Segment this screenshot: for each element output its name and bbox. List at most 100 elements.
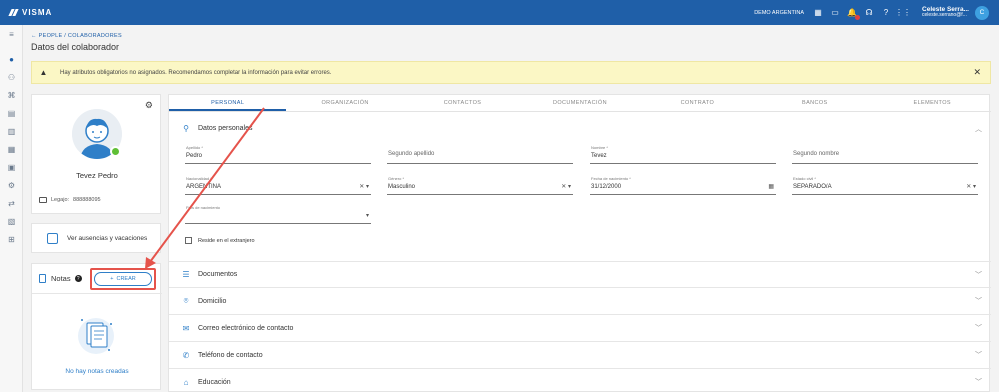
chevron-down-icon[interactable]: ﹀ bbox=[975, 270, 982, 280]
field-value: SEPARADO/A bbox=[793, 184, 832, 190]
mail-icon: ✉ bbox=[182, 323, 190, 333]
visma-logo-mark-icon bbox=[9, 9, 19, 16]
field-label: Fecha de nacimiento * bbox=[591, 176, 631, 181]
monitor-icon[interactable]: ▭ bbox=[829, 7, 841, 19]
reside-extranjero-checkbox[interactable] bbox=[185, 237, 192, 244]
tab-contactos[interactable]: CONTACTOS bbox=[404, 95, 521, 111]
folder-icon bbox=[39, 197, 47, 203]
org-chart-icon[interactable]: ⌘ bbox=[5, 89, 18, 102]
chevron-down-icon[interactable]: ﹀ bbox=[975, 323, 982, 333]
notification-badge bbox=[855, 14, 861, 20]
legajo-row: Legajo: 888888095 bbox=[39, 197, 101, 203]
settings-icon[interactable]: ⚙ bbox=[5, 179, 18, 192]
fecha-nacimiento-field[interactable]: Fecha de nacimiento * 31/12/2000 ▦ bbox=[590, 176, 776, 195]
user-email: celeste.serrano@f... bbox=[922, 12, 967, 19]
left-rail: ≡ ● ⚇ ⌘ ▤ ▥ ▦ ▣ ⚙ ⇄ ▧ ⊞ bbox=[0, 25, 23, 392]
section-title: Domicilio bbox=[198, 297, 227, 305]
list-icon: ☰ bbox=[182, 270, 190, 279]
breadcrumb[interactable]: ← PEOPLE / COLABORADORES bbox=[31, 33, 122, 39]
field-value: ARGENTINA bbox=[186, 184, 222, 190]
apellido-field[interactable]: Apellido * Pedro bbox=[185, 145, 371, 164]
calendar-picker-icon[interactable]: ▦ bbox=[768, 183, 774, 190]
menu-icon[interactable]: ≡ bbox=[5, 28, 18, 41]
chevron-up-icon[interactable]: ︿ bbox=[975, 124, 982, 134]
help-icon[interactable]: ? bbox=[880, 7, 892, 19]
user-menu[interactable]: Celeste Serra... celeste.serrano@f... bbox=[922, 6, 969, 19]
status-indicator bbox=[110, 146, 121, 157]
plus-icon: + bbox=[110, 276, 114, 282]
section-educacion[interactable]: ⌂ Educación ﹀ bbox=[169, 369, 991, 392]
genero-select[interactable]: Género * Masculino ✕ ▾ bbox=[387, 176, 573, 195]
user-avatar[interactable]: C bbox=[975, 5, 989, 20]
tab-documentacion[interactable]: DOCUMENTACIÓN bbox=[521, 95, 638, 111]
warning-triangle-icon: ▲ bbox=[39, 68, 48, 77]
legajo-label: Legajo: bbox=[51, 197, 70, 203]
top-bar: VISMA DEMO ARGENTINA ▦ ▭ 🔔 ☊ ? ⋮⋮ Celest… bbox=[0, 0, 999, 25]
chevron-down-icon[interactable]: ﹀ bbox=[975, 296, 982, 306]
field-placeholder: Segundo apellido bbox=[388, 151, 435, 157]
calendar-icon[interactable]: ▦ bbox=[812, 7, 824, 19]
headset-icon[interactable]: ☊ bbox=[863, 7, 875, 19]
field-placeholder: Segundo nombre bbox=[793, 151, 840, 157]
document-icon[interactable]: ▤ bbox=[5, 107, 18, 120]
clear-and-dropdown-icon[interactable]: ✕ ▾ bbox=[966, 183, 976, 190]
section-correo[interactable]: ✉ Correo electrónico de contacto ﹀ bbox=[169, 315, 991, 342]
page-title: Datos del colaborador bbox=[31, 42, 120, 52]
section-title: Documentos bbox=[198, 271, 238, 278]
main-panel: PERSONAL ORGANIZACIÓN CONTACTOS DOCUMENT… bbox=[168, 94, 991, 392]
calendar-icon bbox=[47, 232, 58, 244]
hierarchy-icon[interactable]: ⊞ bbox=[5, 233, 18, 246]
help-icon[interactable]: ? bbox=[74, 275, 82, 282]
notes-card: Notas ? + CREAR No hay notas creadas bbox=[31, 263, 162, 390]
people-icon[interactable]: ⚇ bbox=[5, 71, 18, 84]
company-selector[interactable]: DEMO ARGENTINA bbox=[754, 10, 804, 16]
section-datos-personales[interactable]: ⚲ Datos personales ︿ bbox=[169, 115, 991, 142]
brand-name: VISMA bbox=[22, 8, 53, 17]
apps-grid-icon[interactable]: ⋮⋮ bbox=[895, 7, 911, 19]
tab-personal[interactable]: PERSONAL bbox=[169, 95, 287, 111]
clear-and-dropdown-icon[interactable]: ✕ ▾ bbox=[561, 183, 571, 190]
visma-logo[interactable]: VISMA bbox=[9, 8, 52, 17]
clipboard-icon[interactable]: ▥ bbox=[5, 125, 18, 138]
folders-icon[interactable]: ▧ bbox=[5, 215, 18, 228]
location-pin-icon: ⌾ bbox=[183, 296, 189, 305]
graduation-cap-icon: ⌂ bbox=[183, 377, 189, 387]
section-title: Teléfono de contacto bbox=[198, 351, 263, 359]
field-value: 31/12/2000 bbox=[591, 184, 622, 190]
empty-notes-text: No hay notas creadas bbox=[65, 368, 129, 375]
field-label: Estado civil * bbox=[793, 176, 816, 181]
person-outline-icon: ⚲ bbox=[183, 124, 189, 133]
empty-notes-illustration-icon bbox=[78, 318, 114, 354]
section-domicilio[interactable]: ⌾ Domicilio ﹀ bbox=[169, 288, 991, 315]
tab-contrato[interactable]: CONTRATO bbox=[639, 95, 756, 111]
section-telefono[interactable]: ✆ Teléfono de contacto ﹀ bbox=[169, 342, 991, 369]
close-icon[interactable]: ✕ bbox=[973, 67, 981, 78]
section-title: Datos personales bbox=[198, 125, 253, 132]
clear-and-dropdown-icon[interactable]: ✕ ▾ bbox=[359, 183, 369, 190]
estado-civil-select[interactable]: Estado civil * SEPARADO/A ✕ ▾ bbox=[792, 176, 978, 195]
section-documentos[interactable]: ☰ Documentos ﹀ bbox=[169, 261, 991, 288]
checkbox-label: Reside en el extranjero bbox=[198, 237, 255, 244]
absences-button[interactable]: Ver ausencias y vacaciones bbox=[31, 223, 161, 253]
dropdown-icon[interactable]: ▾ bbox=[366, 212, 369, 219]
create-note-button[interactable]: + CREAR bbox=[94, 272, 152, 286]
notes-title: Notas bbox=[51, 274, 71, 283]
segundo-apellido-field[interactable]: Segundo apellido bbox=[387, 145, 573, 164]
report-icon[interactable]: ▣ bbox=[5, 161, 18, 174]
pais-nacimiento-select[interactable]: País de nacimiento ▾ bbox=[185, 205, 371, 224]
tab-bancos[interactable]: BANCOS bbox=[756, 95, 873, 111]
bell-icon[interactable]: 🔔 bbox=[846, 7, 861, 20]
building-icon[interactable]: ▦ bbox=[5, 143, 18, 156]
create-note-label: CREAR bbox=[116, 276, 136, 282]
tab-elementos[interactable]: ELEMENTOS bbox=[874, 95, 991, 111]
field-value: Pedro bbox=[186, 153, 203, 159]
chevron-down-icon[interactable]: ﹀ bbox=[975, 377, 982, 387]
nacionalidad-select[interactable]: Nacionalidad * ARGENTINA ✕ ▾ bbox=[185, 176, 371, 195]
chevron-down-icon[interactable]: ﹀ bbox=[975, 350, 982, 360]
person-icon[interactable]: ● bbox=[5, 53, 18, 66]
segundo-nombre-field[interactable]: Segundo nombre bbox=[792, 145, 978, 164]
nombre-field[interactable]: Nombre * Tevez bbox=[590, 145, 776, 164]
tab-organizacion[interactable]: ORGANIZACIÓN bbox=[286, 95, 403, 111]
transfer-icon[interactable]: ⇄ bbox=[5, 197, 18, 210]
gear-icon[interactable]: ⚙ bbox=[145, 100, 153, 111]
